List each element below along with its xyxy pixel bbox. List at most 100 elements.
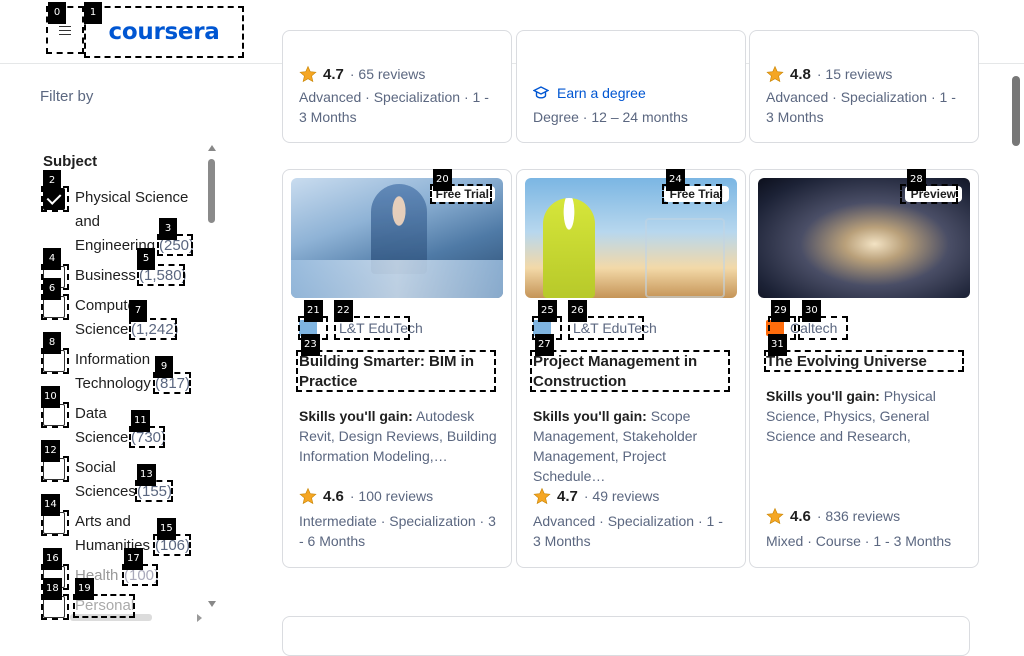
rating-value: 4.7 xyxy=(557,487,578,505)
menu-icon xyxy=(59,25,71,35)
filter-label-line: Physical Science xyxy=(75,189,189,206)
marker-tag: 10 xyxy=(41,386,60,408)
scroll-right-arrow-icon[interactable] xyxy=(197,614,202,622)
marker-tag: 22 xyxy=(334,300,353,322)
course-meta: Advanced · Specialization · 1 - 3 Months xyxy=(766,89,956,125)
rating-row: 4.6 · 836 reviews xyxy=(766,507,900,525)
review-count-text: 836 reviews xyxy=(825,508,901,524)
earn-degree-link[interactable]: Earn a degree xyxy=(533,85,646,101)
scroll-down-arrow-icon[interactable] xyxy=(208,601,216,607)
filter-label-line: Science xyxy=(75,429,129,446)
marker-tag: 17 xyxy=(124,548,143,570)
earn-degree-text: Earn a degree xyxy=(557,85,646,101)
marker-tag: 1 xyxy=(84,2,102,24)
filter-label-line: Social xyxy=(75,459,116,476)
marker-tag: 3 xyxy=(159,218,177,240)
partner-name: Caltech xyxy=(790,320,838,336)
marker-tag: 23 xyxy=(301,334,320,356)
skills-label: Skills you'll gain: xyxy=(299,408,413,424)
course-image: Preview xyxy=(758,178,970,298)
marker-tag: 25 xyxy=(538,300,557,322)
filter-label-business: Business xyxy=(75,267,136,284)
graduation-cap-icon xyxy=(533,86,549,99)
course-meta: Advanced · Specialization · 1 - 3 Months xyxy=(533,513,723,549)
course-card[interactable]: Earn a degree Degree · 12 – 24 months xyxy=(516,30,746,143)
filter-scrollbar-thumb[interactable] xyxy=(208,159,215,223)
review-count: · 49 reviews xyxy=(583,488,660,504)
marker-tag: 9 xyxy=(155,356,173,378)
filter-by-heading: Filter by xyxy=(40,88,94,105)
marker-tag: 30 xyxy=(802,300,821,322)
rating-value: 4.6 xyxy=(323,487,344,505)
course-title[interactable]: Project Management in Construction xyxy=(533,352,733,392)
review-count-text: 65 reviews xyxy=(358,66,426,82)
filter-label-line: Information xyxy=(75,351,151,368)
coursera-logo: coursera xyxy=(108,19,220,45)
filter-label-information-technology: Information Technology xyxy=(75,348,151,396)
skills-label: Skills you'll gain: xyxy=(766,388,880,404)
marker-tag: 5 xyxy=(137,248,155,270)
star-icon xyxy=(533,487,551,505)
marker-tag: 4 xyxy=(43,248,61,270)
course-card[interactable]: Free Trial L&T EduTech Building Smarter:… xyxy=(282,169,512,568)
marker-tag: 28 xyxy=(907,169,926,191)
course-card[interactable]: 4.8 · 15 reviews Advanced · Specializati… xyxy=(749,30,979,143)
review-count: · 836 reviews xyxy=(816,508,901,524)
filter-label-social-sciences: Social Sciences xyxy=(75,456,136,504)
marker-tag: 31 xyxy=(768,334,787,356)
marker-tag: 27 xyxy=(535,334,554,356)
filter-label-data-science: Data Science xyxy=(75,402,128,450)
page-scrollbar[interactable] xyxy=(1010,64,1024,629)
review-count-text: 15 reviews xyxy=(825,66,893,82)
filter-label-line: Technology xyxy=(75,375,151,392)
filter-label-line: Sciences xyxy=(75,483,136,500)
star-icon xyxy=(299,65,317,83)
rating-row: 4.7 · 49 reviews xyxy=(533,487,659,505)
marker-tag: 8 xyxy=(43,332,61,354)
scroll-up-arrow-icon[interactable] xyxy=(208,145,216,151)
course-card[interactable]: 4.7 · 65 reviews Advanced · Specializati… xyxy=(282,30,512,143)
star-icon xyxy=(299,487,317,505)
marker-tag: 11 xyxy=(131,410,150,432)
course-card[interactable]: Preview Caltech The Evolving Universe Sk… xyxy=(749,169,979,568)
rating-row: 4.7 · 65 reviews xyxy=(299,65,425,83)
course-meta: Advanced · Specialization · 1 - 3 Months xyxy=(299,89,489,125)
marker-tag: 6 xyxy=(43,278,61,300)
page-scrollbar-thumb[interactable] xyxy=(1012,76,1020,146)
course-image: Free Trial xyxy=(291,178,503,298)
marker-tag: 12 xyxy=(41,440,60,462)
course-image: Free Trial xyxy=(525,178,737,298)
marker-tag: 26 xyxy=(568,300,587,322)
course-card[interactable]: Free Trial L&T EduTech Project Managemen… xyxy=(516,169,746,568)
star-icon xyxy=(766,507,784,525)
skills-label: Skills you'll gain: xyxy=(533,408,647,424)
review-count: · 100 reviews xyxy=(349,488,434,504)
rating-value: 4.8 xyxy=(790,65,811,83)
course-title[interactable]: Building Smarter: BIM in Practice xyxy=(299,352,499,392)
skills-text: Skills you'll gain: Physical Science, Ph… xyxy=(766,386,966,446)
coursera-logo-link[interactable]: coursera xyxy=(84,6,244,58)
course-meta: Mixed · Course · 1 - 3 Months xyxy=(766,533,952,549)
rating-value: 4.7 xyxy=(323,65,344,83)
course-card[interactable] xyxy=(282,616,970,656)
marker-tag: 29 xyxy=(771,300,790,322)
course-meta: Degree · 12 – 24 months xyxy=(533,109,688,125)
marker-tag: 21 xyxy=(304,300,323,322)
course-title[interactable]: The Evolving Universe xyxy=(766,352,966,372)
rating-row: 4.6 · 100 reviews xyxy=(299,487,433,505)
marker-tag: 2 xyxy=(43,170,61,192)
filter-scrollbar[interactable] xyxy=(205,145,219,607)
rating-row: 4.8 · 15 reviews xyxy=(766,65,892,83)
filter-label-line: Data xyxy=(75,405,107,422)
marker-tag: 16 xyxy=(43,548,62,570)
skills-text: Skills you'll gain: Scope Management, St… xyxy=(533,406,733,486)
marker-tag: 19 xyxy=(75,578,94,600)
marker-tag: 7 xyxy=(129,300,147,322)
filter-label-line: Arts and xyxy=(75,513,131,530)
marker-tag: 18 xyxy=(43,578,62,600)
marker-tag: 20 xyxy=(433,169,452,191)
partner-name: L&T EduTech xyxy=(573,320,657,336)
star-icon xyxy=(766,65,784,83)
review-count-text: 100 reviews xyxy=(358,488,434,504)
marker-tag: 14 xyxy=(41,494,60,516)
